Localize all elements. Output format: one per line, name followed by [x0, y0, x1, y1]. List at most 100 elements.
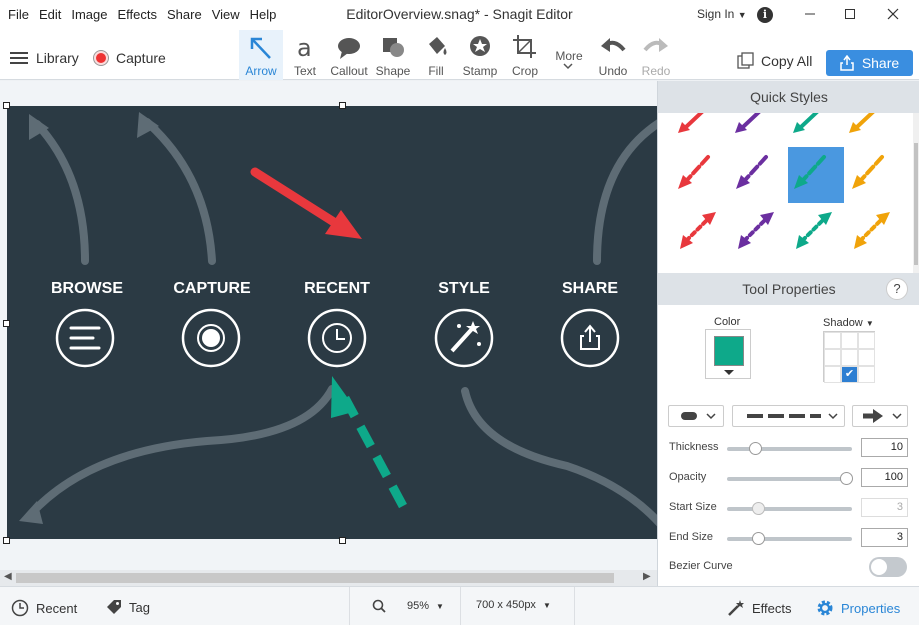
- end-size-row: End Size 3: [669, 528, 909, 548]
- arrow-start-style-dropdown[interactable]: [668, 405, 724, 427]
- capture-label: Capture: [116, 50, 166, 66]
- end-size-slider[interactable]: [727, 532, 852, 545]
- tool-crop[interactable]: Crop: [503, 30, 547, 80]
- tag-button[interactable]: Tag: [106, 599, 150, 615]
- shadow-cell[interactable]: [824, 366, 841, 383]
- share-button[interactable]: Share: [826, 50, 913, 76]
- tool-redo[interactable]: Redo: [634, 30, 678, 80]
- menu-help[interactable]: Help: [250, 7, 277, 22]
- close-icon[interactable]: [883, 4, 903, 24]
- slider-knob[interactable]: [752, 532, 765, 545]
- shadow-cell[interactable]: [841, 332, 858, 349]
- zoom-control[interactable]: 95% ▼: [372, 599, 444, 613]
- tool-arrow[interactable]: Arrow: [239, 30, 283, 80]
- slider-knob[interactable]: [752, 502, 765, 515]
- scroll-left-icon[interactable]: ◀: [4, 571, 12, 582]
- divider: [349, 587, 350, 625]
- horizontal-scrollbar[interactable]: ◀ ▶: [0, 570, 657, 586]
- tool-properties-header: Tool Properties: [658, 273, 919, 305]
- color-label: Color: [714, 316, 741, 328]
- slider-knob[interactable]: [840, 472, 853, 485]
- quick-styles-arrows: [678, 113, 890, 249]
- effects-button[interactable]: Effects: [727, 599, 792, 617]
- zoom-value: 95%: [407, 600, 430, 612]
- recent-curve-arrow: [25, 385, 336, 520]
- tool-shape[interactable]: Shape: [371, 30, 415, 80]
- menu-image[interactable]: Image: [71, 7, 107, 22]
- opacity-slider[interactable]: [727, 472, 853, 485]
- tool-shape-label: Shape: [375, 64, 411, 78]
- menu-share[interactable]: Share: [167, 7, 202, 22]
- shadow-cell[interactable]: [858, 349, 875, 366]
- properties-button[interactable]: Properties: [816, 599, 900, 617]
- capture-button[interactable]: Capture: [94, 50, 166, 66]
- canvas-image[interactable]: BROWSE CAPTURE RECENT STYLE SHARE: [7, 106, 657, 539]
- shadow-cell[interactable]: [858, 332, 875, 349]
- recent-button[interactable]: Recent: [11, 599, 77, 617]
- tool-fill-label: Fill: [428, 64, 444, 78]
- canvas-area[interactable]: BROWSE CAPTURE RECENT STYLE SHARE ◀ ▶: [0, 81, 657, 586]
- library-button[interactable]: Library: [10, 50, 79, 66]
- tag-icon: [107, 600, 121, 614]
- menu-view[interactable]: View: [212, 7, 240, 22]
- tool-callout-label: Callout: [330, 64, 368, 78]
- shadow-cell-selected[interactable]: ✔: [841, 366, 858, 383]
- sign-in-label: Sign In: [697, 7, 735, 21]
- resize-handle-b[interactable]: [339, 537, 346, 544]
- browse-curve-arrow: [33, 120, 89, 265]
- copy-icon: [737, 52, 754, 69]
- help-button[interactable]: ?: [886, 278, 908, 300]
- quick-styles-scrollbar[interactable]: [913, 113, 919, 273]
- tool-undo[interactable]: Undo: [591, 30, 635, 80]
- scroll-right-icon[interactable]: ▶: [643, 571, 651, 582]
- start-size-label: Start Size: [669, 501, 717, 513]
- right-panel: Quick Styles Tool Properties ? Color Sha…: [657, 81, 919, 586]
- library-label: Library: [36, 50, 79, 66]
- arrowhead-icon: [863, 409, 902, 423]
- tool-stamp[interactable]: Stamp: [458, 30, 502, 80]
- tool-more[interactable]: More: [547, 30, 591, 80]
- thickness-input[interactable]: 10: [861, 438, 908, 457]
- dimensions-control[interactable]: 700 x 450px ▼: [476, 599, 551, 611]
- shadow-cell[interactable]: [824, 349, 841, 366]
- resize-handle-tl[interactable]: [3, 102, 10, 109]
- bezier-curve-toggle[interactable]: [869, 557, 907, 577]
- quick-styles-scroll-thumb[interactable]: [914, 143, 918, 265]
- copy-all-button[interactable]: Copy All: [737, 52, 812, 70]
- tool-callout[interactable]: Callout: [327, 30, 371, 80]
- caret-down-icon: [724, 370, 734, 375]
- start-size-slider[interactable]: [727, 502, 852, 515]
- menu-edit[interactable]: Edit: [39, 7, 61, 22]
- resize-handle-l[interactable]: [3, 320, 10, 327]
- thickness-slider[interactable]: [727, 442, 852, 455]
- arrow-end-style-dropdown[interactable]: [852, 405, 908, 427]
- resize-handle-t[interactable]: [339, 102, 346, 109]
- info-icon[interactable]: i: [757, 7, 773, 23]
- menu-effects[interactable]: Effects: [118, 7, 158, 22]
- crop-tool-icon: [513, 35, 536, 58]
- share-label: Share: [861, 55, 900, 71]
- color-picker-button[interactable]: [705, 329, 751, 379]
- minimize-icon[interactable]: [800, 4, 820, 24]
- slider-knob[interactable]: [749, 442, 762, 455]
- quick-styles-grid: [658, 113, 912, 273]
- menu-file[interactable]: File: [8, 7, 29, 22]
- scrollbar-thumb[interactable]: [16, 573, 614, 583]
- shadow-cell[interactable]: [824, 332, 841, 349]
- chevron-down-icon: ▼: [542, 600, 551, 610]
- divider: [460, 587, 461, 625]
- divider: [574, 587, 575, 625]
- resize-handle-bl[interactable]: [3, 537, 10, 544]
- line-style-dropdown[interactable]: [732, 405, 845, 427]
- opacity-input[interactable]: 100: [861, 468, 908, 487]
- maximize-icon[interactable]: [840, 4, 860, 24]
- menu-bar: File Edit Image Effects Share View Help: [8, 7, 286, 22]
- tool-text[interactable]: a Text: [283, 30, 327, 80]
- shadow-cell[interactable]: [858, 366, 875, 383]
- tool-fill[interactable]: Fill: [414, 30, 458, 80]
- sign-in-button[interactable]: Sign In ▼: [697, 7, 747, 21]
- end-size-input[interactable]: 3: [861, 528, 908, 547]
- shadow-dropdown[interactable]: Shadow ▼: [823, 317, 874, 329]
- shadow-cell[interactable]: [841, 349, 858, 366]
- start-size-input[interactable]: 3: [861, 498, 908, 517]
